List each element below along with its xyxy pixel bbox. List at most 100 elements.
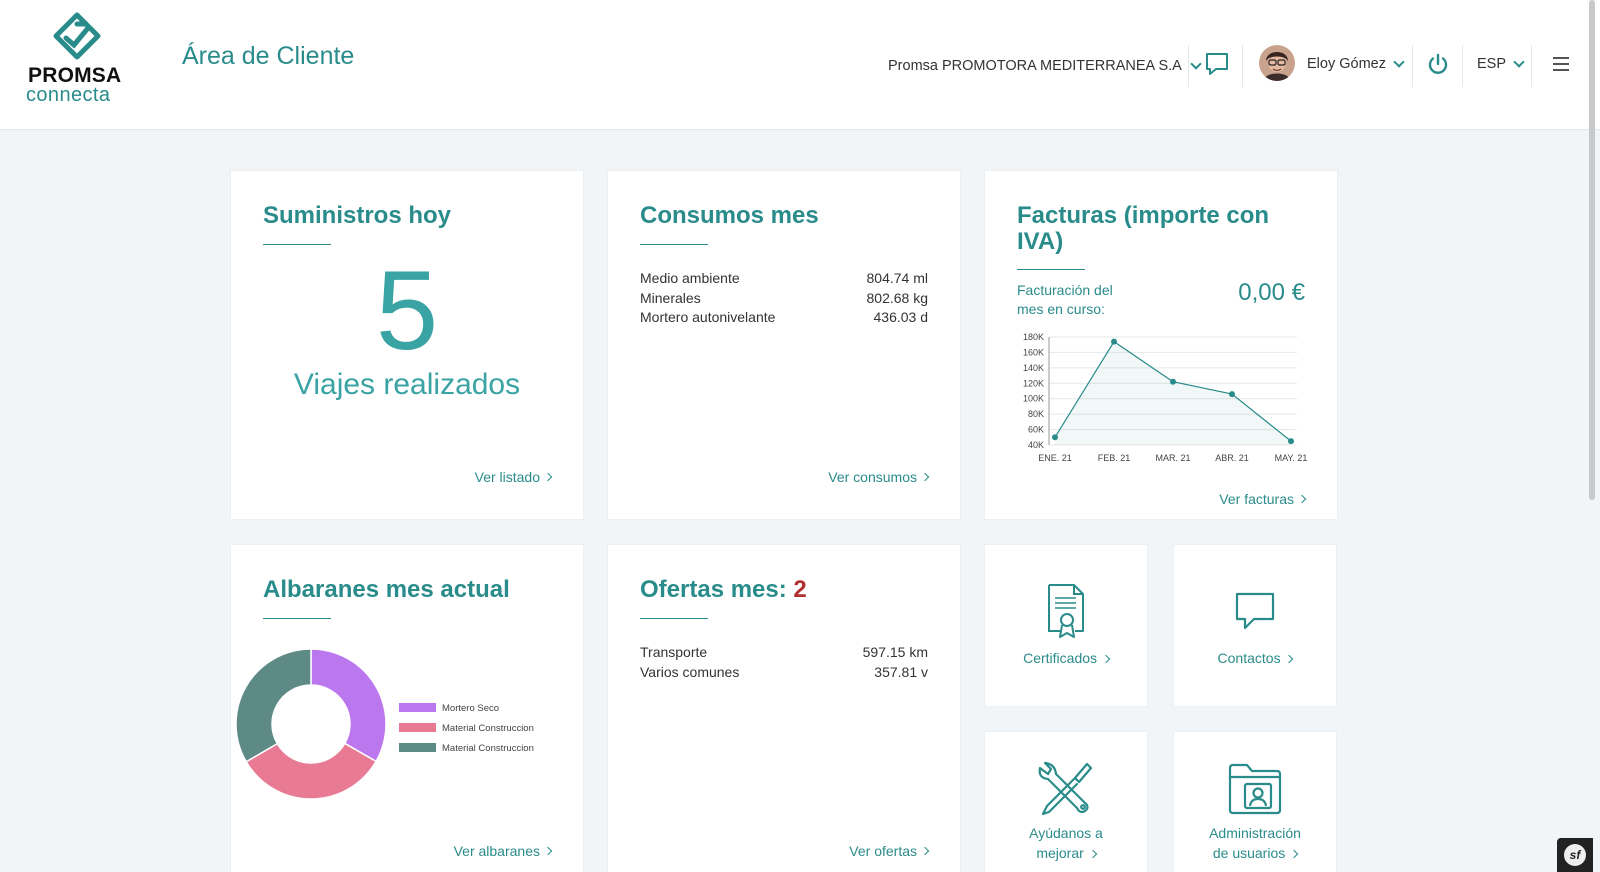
chevron-right-icon xyxy=(920,846,930,856)
ver-ofertas-link[interactable]: Ver ofertas xyxy=(849,843,930,859)
item-label: Transporte xyxy=(640,644,708,660)
header: PROMSA connecta Área de Cliente Promsa P… xyxy=(0,0,1600,130)
pie-slice xyxy=(235,649,312,763)
chevron-right-icon xyxy=(1088,849,1097,858)
logo-mark-icon xyxy=(53,12,101,60)
facturacion-amount: 0,00 € xyxy=(1238,279,1305,306)
ofertas-title: Ofertas mes: 2 xyxy=(640,577,807,603)
chat-bubble-icon xyxy=(1235,592,1275,630)
tile-label-line: mejorar xyxy=(1036,844,1084,861)
ofertas-title-label: Ofertas mes: xyxy=(640,576,787,603)
power-icon[interactable] xyxy=(1426,52,1450,76)
tile-label: Ayúdanos a mejorar xyxy=(985,824,1147,863)
tile-label-line: de usuarios xyxy=(1212,844,1286,861)
x-tick-label: FEB. 21 xyxy=(1098,453,1131,463)
header-divider xyxy=(1188,45,1189,87)
link-label: Ver albaranes xyxy=(453,843,540,859)
trips-label: Viajes realizados xyxy=(293,368,521,401)
item-label: Mortero autonivelante xyxy=(640,309,776,325)
pie-slice xyxy=(245,742,378,800)
pie-slice xyxy=(310,649,387,763)
user-name: Eloy Gómez xyxy=(1307,56,1386,72)
scrollbar[interactable] xyxy=(1589,0,1595,500)
y-tick-label: 120K xyxy=(1023,378,1044,388)
chevron-right-icon xyxy=(543,472,553,482)
legend-label: Material Construccion xyxy=(442,743,534,754)
suministros-card: Suministros hoy 5 Viajes realizados Ver … xyxy=(230,170,584,520)
item-value: 436.03 d xyxy=(873,309,929,325)
hamburger-menu-icon[interactable] xyxy=(1553,57,1569,71)
trips-count: 5 xyxy=(375,248,439,373)
data-point xyxy=(1111,338,1117,345)
item-value: 802.68 kg xyxy=(866,289,929,306)
ver-consumos-link[interactable]: Ver consumos xyxy=(828,469,930,485)
language-selector[interactable]: ESP xyxy=(1477,56,1525,72)
ver-facturas-link[interactable]: Ver facturas xyxy=(1219,491,1307,507)
link-label: Ver ofertas xyxy=(849,843,917,859)
chevron-right-icon xyxy=(1297,494,1307,504)
item-value: 804.74 ml xyxy=(866,270,928,286)
company-selector[interactable]: Promsa PROMOTORA MEDITERRANEA S.A xyxy=(888,58,1202,74)
chevron-right-icon xyxy=(1289,849,1299,858)
chevron-down-icon xyxy=(1190,58,1202,70)
ofertas-card: Ofertas mes: 2 Transporte 597.15 km Vario… xyxy=(607,544,961,872)
facturas-title: Facturas (importe con IVA) xyxy=(1017,202,1270,255)
title-underline xyxy=(1017,269,1085,270)
legend-swatch xyxy=(399,723,436,732)
ofertas-list: Transporte 597.15 km Varios comunes 357.81… xyxy=(640,643,928,682)
y-tick-label: 160K xyxy=(1023,347,1044,357)
contactos-tile[interactable]: Contactos xyxy=(1173,544,1337,707)
user-menu[interactable]: Eloy Gómez xyxy=(1307,56,1405,72)
x-tick-label: ABR. 21 xyxy=(1215,453,1249,463)
item-label: Varios comunes xyxy=(640,663,740,680)
title-underline xyxy=(640,618,708,619)
header-divider xyxy=(1531,45,1532,87)
item-label: Medio ambiente xyxy=(640,270,740,286)
logo-word-connecta: connecta xyxy=(26,84,111,106)
chevron-down-icon xyxy=(1513,56,1525,68)
ver-albaranes-link[interactable]: Ver albaranes xyxy=(453,843,553,859)
header-divider xyxy=(1412,45,1413,87)
avatar[interactable] xyxy=(1259,45,1295,81)
y-tick-label: 80K xyxy=(1028,409,1044,419)
data-point xyxy=(1229,391,1235,398)
albaranes-donut-chart: Mortero Seco Material Construccion Materia… xyxy=(235,649,534,800)
consumos-card: Consumos mes Medio ambiente 804.74 ml Min… xyxy=(607,170,961,520)
y-tick-label: 140K xyxy=(1023,363,1044,373)
ayudanos-tile[interactable]: Ayúdanos a mejorar xyxy=(984,731,1148,872)
legend-label: Mortero Seco xyxy=(442,703,499,714)
data-point xyxy=(1288,438,1294,445)
certificate-icon xyxy=(1048,584,1084,638)
header-divider xyxy=(1462,45,1463,87)
x-tick-label: MAY. 21 xyxy=(1275,453,1308,463)
x-tick-label: ENE. 21 xyxy=(1038,453,1072,463)
y-tick-label: 40K xyxy=(1028,440,1044,450)
promsa-logo[interactable]: PROMSA connecta xyxy=(26,12,136,106)
list-item: Minerales 802.68 kg xyxy=(640,289,928,309)
albaranes-title: Albaranes mes actual xyxy=(263,576,510,603)
ver-listado-link[interactable]: Ver listado xyxy=(475,469,553,485)
consumos-title: Consumos mes xyxy=(640,202,819,229)
list-item: Medio ambiente 804.74 ml xyxy=(640,269,928,289)
tile-label: Administración de usuarios xyxy=(1174,824,1336,863)
chat-bubble-icon[interactable] xyxy=(1204,51,1230,77)
tile-label: Certificados xyxy=(985,649,1147,669)
facturacion-label: Facturación del mes en curso: xyxy=(1017,282,1113,317)
item-label: Minerales xyxy=(640,289,701,306)
certificados-tile[interactable]: Certificados xyxy=(984,544,1148,707)
title-underline xyxy=(263,618,331,619)
link-label: Ver facturas xyxy=(1219,491,1294,507)
data-point xyxy=(1170,378,1176,385)
y-tick-label: 60K xyxy=(1028,425,1044,435)
administracion-tile[interactable]: Administración de usuarios xyxy=(1173,731,1337,872)
series-area xyxy=(1055,341,1291,445)
ofertas-count: 2 xyxy=(793,576,807,603)
symfony-icon: sf xyxy=(1564,844,1586,866)
title-underline xyxy=(263,244,331,245)
suministros-title: Suministros hoy xyxy=(263,202,452,229)
symfony-debug-toolbar[interactable]: sf xyxy=(1557,838,1593,872)
data-point xyxy=(1052,434,1058,441)
item-value: 357.81 v xyxy=(874,663,928,680)
consumos-list: Medio ambiente 804.74 ml Minerales 802.68 … xyxy=(640,269,928,328)
list-item: Varios comunes 357.81 v xyxy=(640,663,928,683)
